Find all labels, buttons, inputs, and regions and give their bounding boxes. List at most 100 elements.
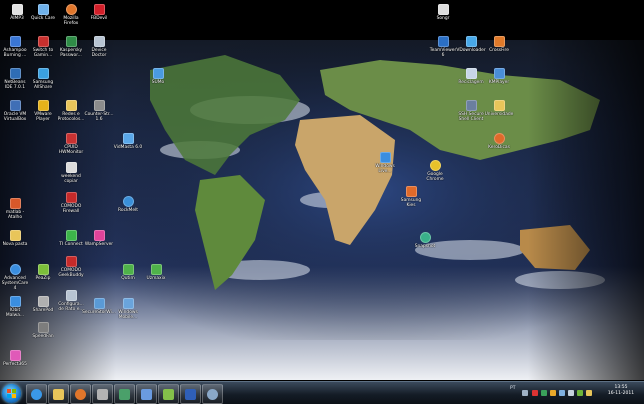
desktop-icon-label: matlab - Atalho (5, 210, 25, 220)
desktop-icon-fbdevil[interactable]: FBDevil (84, 4, 114, 21)
desktop-icon-netbeans[interactable]: NetBeans IDE 7.0.1 (0, 68, 30, 90)
desktop-icon-speedfan[interactable]: SpeedFan (28, 322, 58, 339)
desktop-icon-systemcare[interactable]: Advanced SystemCare 4 (0, 264, 30, 291)
tray-network-icon[interactable] (559, 390, 565, 396)
matlab-icon (9, 198, 21, 209)
desktop-icon-recycle-bin[interactable]: Reciclagem (456, 68, 486, 85)
desktop-icon-virtualbox[interactable]: Oracle VM VirtualBox (0, 100, 30, 122)
switch-gaming-icon (37, 36, 49, 47)
tray-flag-icon[interactable] (586, 390, 592, 396)
desktop-icon-perfect365[interactable]: Perfect365 (0, 350, 30, 367)
desktop-icon-device-doctor[interactable]: Device Doctor (84, 36, 114, 58)
windows-logo-icon (7, 389, 16, 398)
desktop-icon-label: Mozilla Firefox (63, 16, 79, 26)
desktop-icon-wampserver[interactable]: WampServer (84, 230, 114, 247)
desktop-icon-kerodicas[interactable]: KeroDicas (484, 133, 514, 150)
desktop-icon-sumo[interactable]: SUMo (143, 68, 173, 85)
tray-antivirus-icon[interactable] (532, 390, 538, 396)
desktop-icon-samsung-kies[interactable]: Samsung Kies (396, 186, 426, 208)
desktop-icon-label: Quick Care (31, 16, 55, 21)
taskbar-app-button[interactable] (158, 384, 179, 404)
desktop-icon-label: Oracle VM VirtualBox (3, 112, 27, 122)
firefox-icon (75, 388, 86, 400)
desktop-icon-hwmonitor[interactable]: CPUID HWMonitor (56, 133, 86, 155)
desktop-icon-songr[interactable]: Songr (428, 4, 458, 21)
fbdevil-icon (93, 4, 105, 15)
desktop-icon-label: CPUID HWMonitor (58, 145, 84, 155)
taskbar-word-button[interactable] (180, 384, 201, 404)
desktop-icon-securestor[interactable]: SecureStorWi... (82, 298, 116, 315)
desktop-icon-label: Kaspersky Passwor... (59, 48, 83, 58)
desktop: AIMP3 Quick Care Mozilla Firefox FBDevil… (0, 0, 644, 404)
desktop-icon-qutim[interactable]: Qutim (113, 264, 143, 281)
tray-shield-icon[interactable] (550, 390, 556, 396)
desktop-icon-label: COMODO GeekBuddy (58, 268, 84, 278)
geekbuddy-icon (65, 256, 77, 267)
language-indicator[interactable]: PT (510, 386, 515, 391)
desktop-icon-ashampoo[interactable]: Ashampoo Burning ... (0, 36, 30, 58)
tray-power-icon[interactable] (577, 390, 583, 396)
desktop-icon-crossfire[interactable]: CrossFire (484, 36, 514, 53)
desktop-icon-sharepod[interactable]: SharePod (28, 296, 58, 313)
desktop-icon-redes-protocolos[interactable]: Redes e Protocolos... (56, 100, 86, 122)
folder-icon (53, 388, 64, 400)
desktop-icon-weekend-copiar[interactable]: weekend copiar (56, 162, 86, 184)
desktop-icon-vmware[interactable]: VMware Player (28, 100, 58, 122)
tray-arrow-icon[interactable] (522, 390, 528, 396)
taskbar-network-button[interactable] (114, 384, 135, 404)
desktop-icon-kaspersky[interactable]: Kaspersky Passwor... (56, 36, 86, 58)
taskbar-explorer-button[interactable] (48, 384, 69, 404)
desktop-icon-label: Windows Live... (375, 164, 395, 174)
desktop-icon-label: Perfect365 (3, 362, 27, 367)
desktop-icon-mouse-settings[interactable]: Configura... de Rato e... (56, 290, 86, 312)
start-button[interactable] (2, 384, 21, 403)
desktop-icon-windows-live[interactable]: Windows Live... (370, 152, 400, 174)
desktop-icon-label: FBDevil (90, 16, 108, 21)
desktop-icon-switch-gaming[interactable]: Switch to Gamin... (28, 36, 58, 58)
desktop-icon-kmplayer[interactable]: KMPlayer (484, 68, 514, 85)
desktop-icon-label: Advanced SystemCare 4 (1, 276, 29, 291)
allshare-icon (37, 68, 49, 79)
desktop-icon-snapshot[interactable]: Snapshot (410, 232, 440, 249)
desktop-icon-peazip[interactable]: PeaZip (28, 264, 58, 281)
desktop-icon-geekbuddy[interactable]: COMODO GeekBuddy (56, 256, 86, 278)
desktop-icon-vdownloader[interactable]: VDownloader (456, 36, 486, 53)
desktop-icon-windows-mobile[interactable]: Windows Mobile... (113, 298, 143, 320)
desktop-icon-comodo-firewall[interactable]: COMODO Firewall (56, 192, 86, 214)
mouse-settings-icon (65, 290, 77, 301)
desktop-icon-allshare[interactable]: Samsung AllShare (28, 68, 58, 90)
kmplayer-icon (493, 68, 505, 79)
tray-app-icon[interactable] (541, 390, 547, 396)
desktop-icon-label: TI Connect (59, 242, 83, 247)
clock[interactable]: 13:55 16-11-2011 (602, 385, 640, 397)
desktop-icon-label: SSH Secure Shell Client (458, 112, 484, 122)
desktop-icon-label: KMPlayer (488, 80, 510, 85)
desktop-icon-nova-pasta[interactable]: Nova pasta (0, 230, 30, 247)
taskbar-media-button[interactable] (202, 384, 223, 404)
desktop-icon-label: Songr (436, 16, 450, 21)
desktop-icon-label: Redes e Protocolos... (57, 112, 85, 122)
taskbar-tool-button[interactable] (92, 384, 113, 404)
desktop-icon-ssh[interactable]: SSH Secure Shell Client (456, 100, 486, 122)
desktop-icon-iobit[interactable]: IObit Malwa... (0, 296, 30, 318)
desktop-icon-teamviewer[interactable]: TeamViewer 6 (428, 36, 458, 58)
desktop-icon-chrome[interactable]: Google Chrome (420, 160, 450, 182)
desktop-icon-label: Windows Mobile... (118, 310, 138, 320)
taskbar-ie-button[interactable] (26, 384, 47, 404)
desktop-icon-ti-connect[interactable]: TI Connect (56, 230, 86, 247)
desktop-icon-quick-care[interactable]: Quick Care (28, 4, 58, 21)
desktop-icon-counter-strike[interactable]: Counter-Str... 1.6 (84, 100, 114, 122)
taskbar-virtualbox-button[interactable] (136, 384, 157, 404)
desktop-icon-universidade[interactable]: Universidade (484, 100, 514, 117)
desktop-icon-vidmasta[interactable]: VidMasta 6.0 (113, 133, 143, 150)
desktop-icon-uzmaxix[interactable]: Uzmaxix (141, 264, 171, 281)
desktop-icon-firefox[interactable]: Mozilla Firefox (56, 4, 86, 26)
tray-volume-icon[interactable] (568, 390, 574, 396)
desktop-icon-matlab[interactable]: matlab - Atalho (0, 198, 30, 220)
desktop-icon-rockmelt[interactable]: RockMelt (113, 196, 143, 213)
wampserver-icon (93, 230, 105, 241)
internet-explorer-icon (31, 388, 42, 400)
desktop-icon-label: Ashampoo Burning ... (3, 48, 27, 58)
taskbar-firefox-button[interactable] (70, 384, 91, 404)
windows-live-icon (379, 152, 391, 163)
